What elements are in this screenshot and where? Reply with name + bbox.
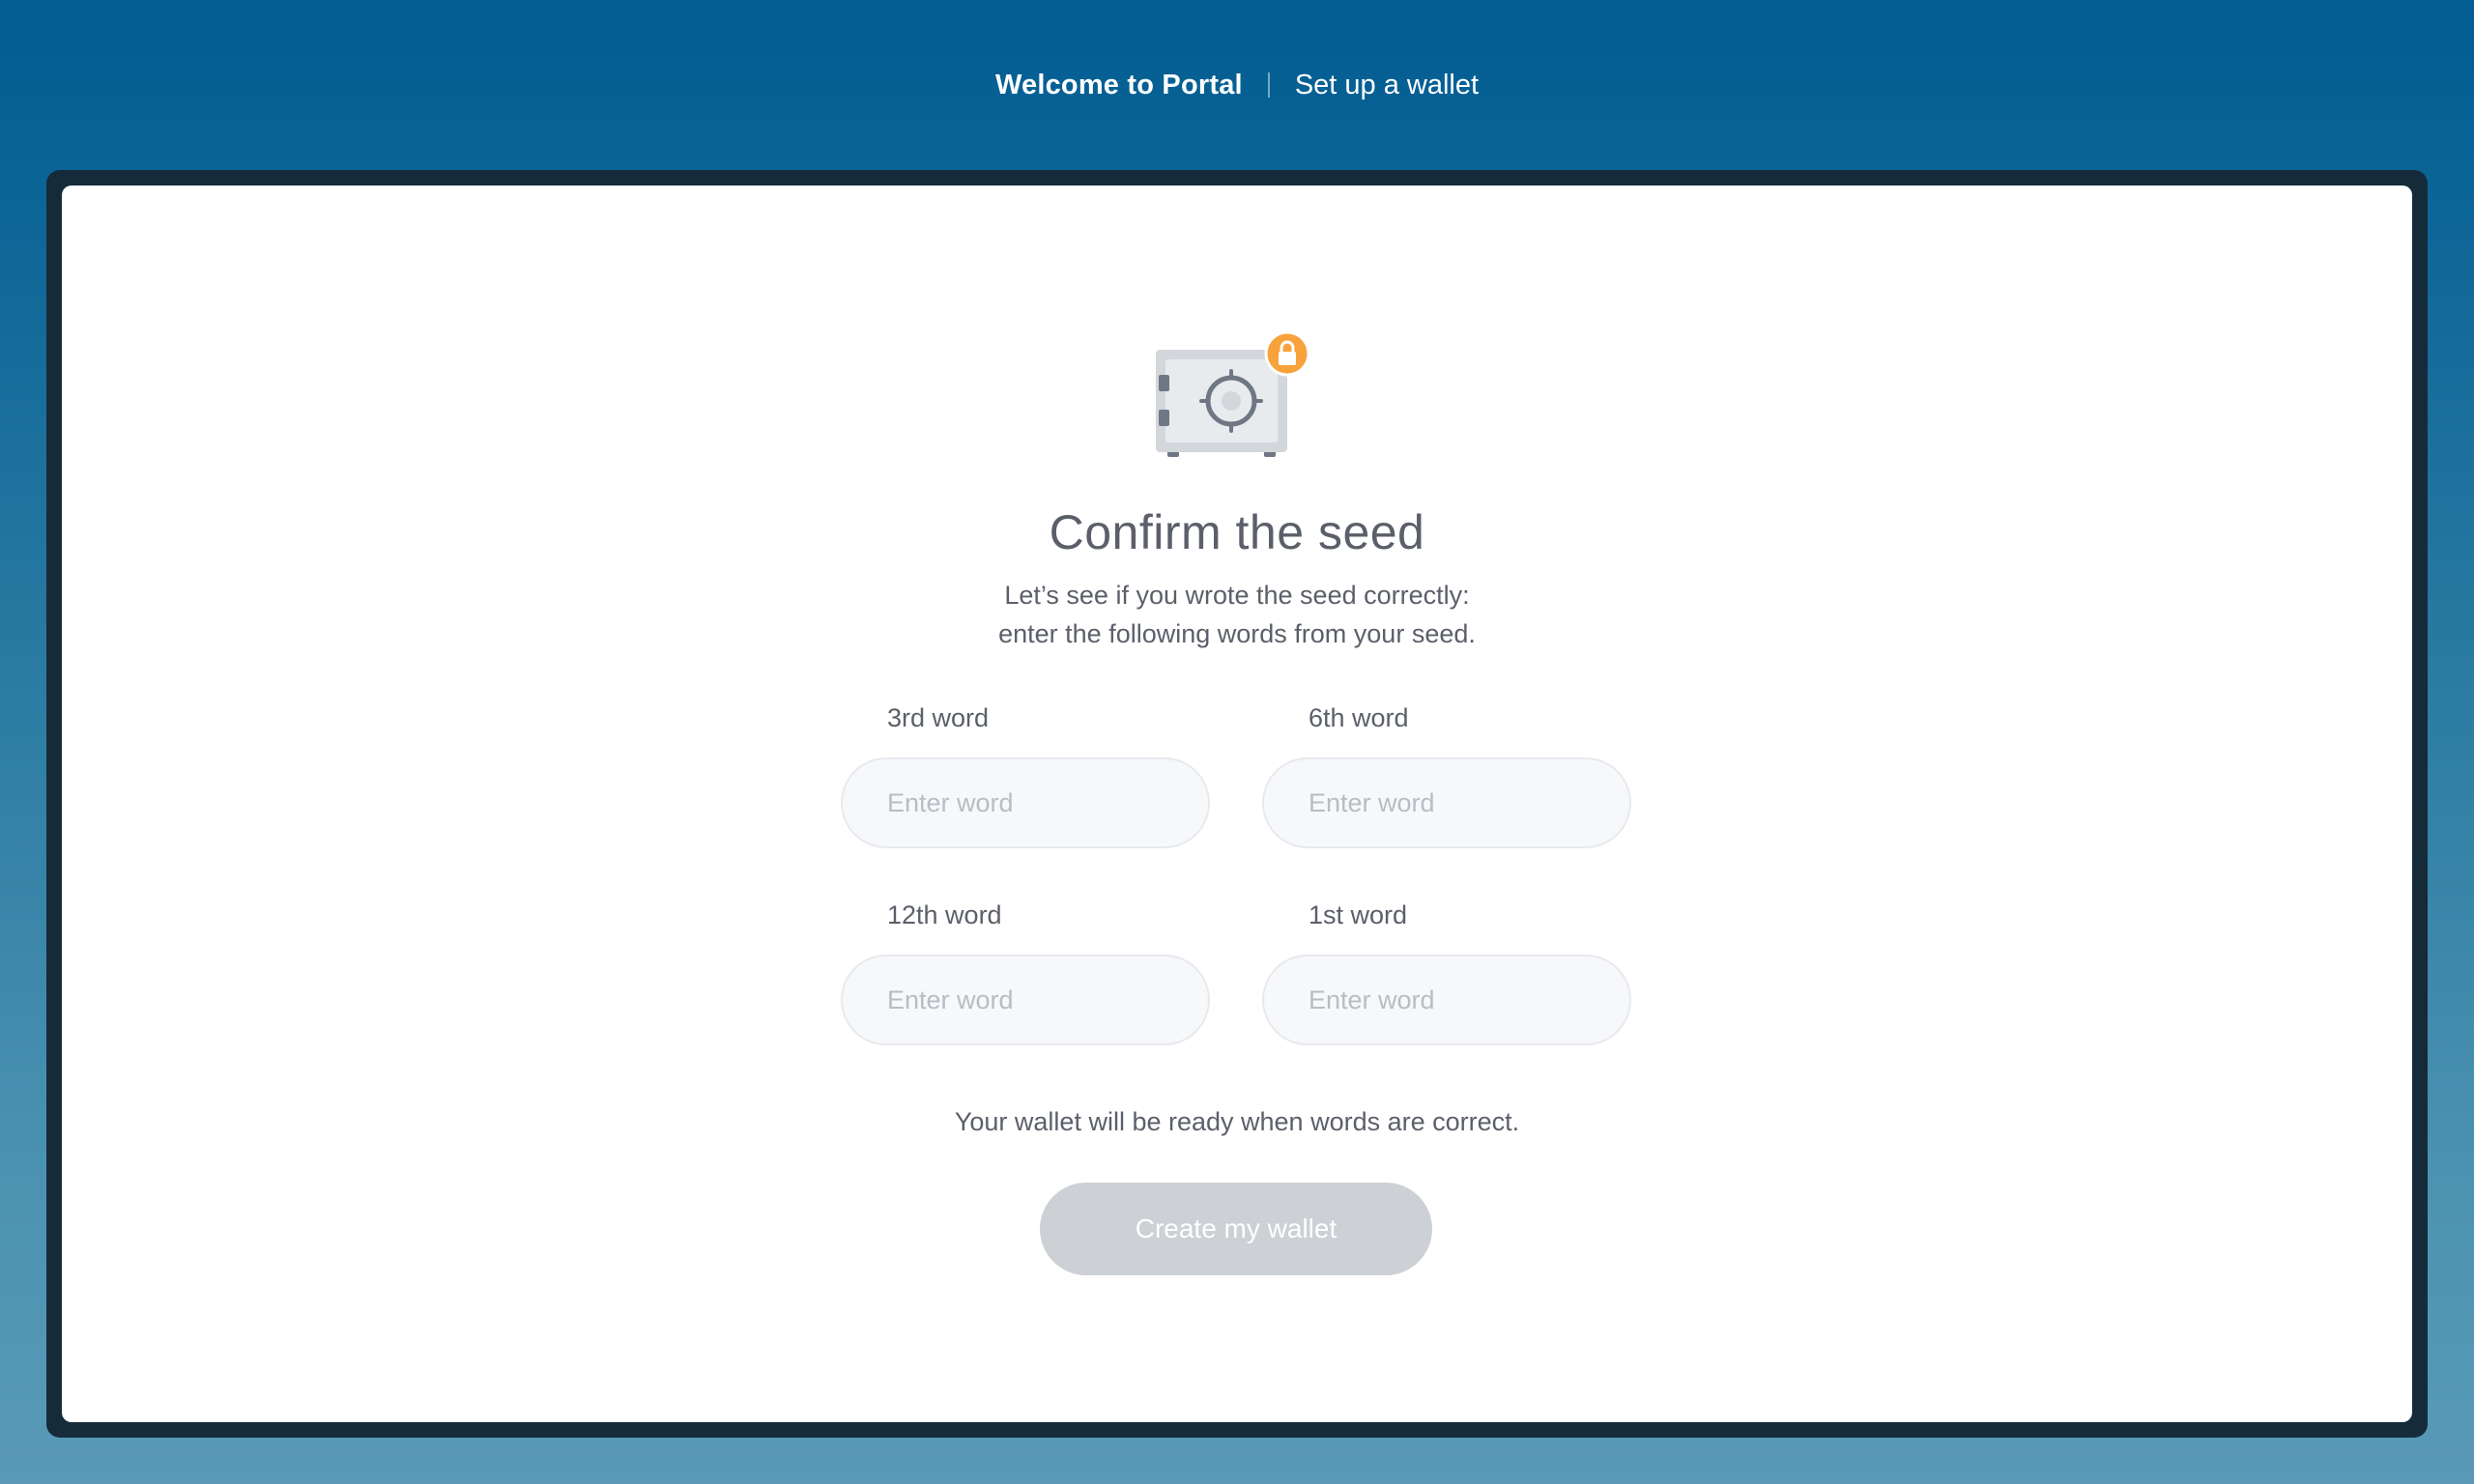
- current-step: Set up a wallet: [1294, 69, 1480, 100]
- field-label-12th-word: 12th word: [887, 900, 1002, 929]
- create-wallet-button[interactable]: Create my wallet: [1040, 1183, 1432, 1275]
- card-content: Confirm the seed Let’s see if you wrote …: [62, 186, 2412, 1422]
- setup-card: Confirm the seed Let’s see if you wrote …: [62, 186, 2412, 1422]
- instructions-line-2: enter the following words from your seed…: [998, 619, 1476, 648]
- instructions-line-1: Let’s see if you wrote the seed correctl…: [1004, 581, 1470, 610]
- top-breadcrumb: Welcome to Portal Set up a wallet: [0, 62, 2474, 108]
- ready-hint: Your wallet will be ready when words are…: [954, 1107, 1520, 1136]
- instructions: Let’s see if you wrote the seed correctl…: [62, 576, 2412, 653]
- field-label-1st-word: 1st word: [1309, 900, 1408, 929]
- word-input-6th[interactable]: [1262, 757, 1631, 848]
- app-title: Welcome to Portal: [994, 69, 1243, 100]
- word-input-1st[interactable]: [1262, 955, 1631, 1045]
- page-title: Confirm the seed: [1049, 505, 1425, 559]
- word-input-12th[interactable]: [841, 955, 1210, 1045]
- safe-lock-icon: [1156, 332, 1310, 457]
- breadcrumb-separator: [1267, 72, 1270, 98]
- field-label-3rd-word: 3rd word: [887, 703, 990, 732]
- word-input-3rd[interactable]: [841, 757, 1210, 848]
- field-label-6th-word: 6th word: [1309, 703, 1409, 732]
